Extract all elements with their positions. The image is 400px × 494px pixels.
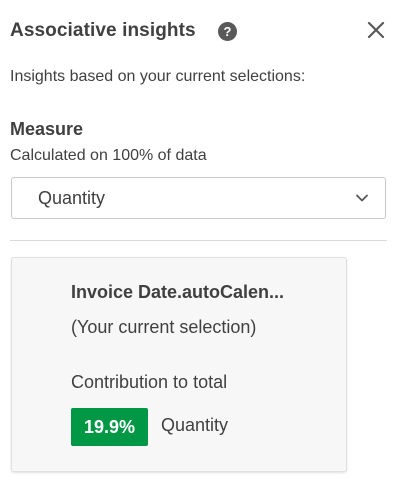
insight-selection-note: (Your current selection)	[71, 317, 257, 337]
insight-card[interactable]: Invoice Date.autoCalen... (Your current …	[11, 257, 347, 472]
associative-insights-panel: Associative insights ? Insights based on…	[0, 0, 400, 494]
chevron-down-icon	[355, 191, 369, 205]
contribution-measure: Quantity	[161, 415, 229, 435]
close-icon[interactable]	[365, 19, 387, 41]
insights-subtitle: Insights based on your current selection…	[10, 68, 306, 85]
measure-dropdown[interactable]: Quantity	[11, 177, 386, 219]
section-divider	[10, 240, 387, 241]
measure-data-coverage: Calculated on 100% of data	[10, 147, 207, 164]
measure-label: Measure	[10, 119, 84, 139]
contribution-badge: 19.9%	[71, 408, 148, 446]
help-icon-glyph: ?	[223, 24, 232, 39]
help-icon[interactable]: ?	[218, 22, 237, 41]
panel-title: Associative insights	[10, 20, 196, 41]
measure-dropdown-value: Quantity	[38, 188, 106, 208]
contribution-label: Contribution to total	[71, 372, 228, 392]
insight-field-name: Invoice Date.autoCalen...	[71, 282, 285, 302]
